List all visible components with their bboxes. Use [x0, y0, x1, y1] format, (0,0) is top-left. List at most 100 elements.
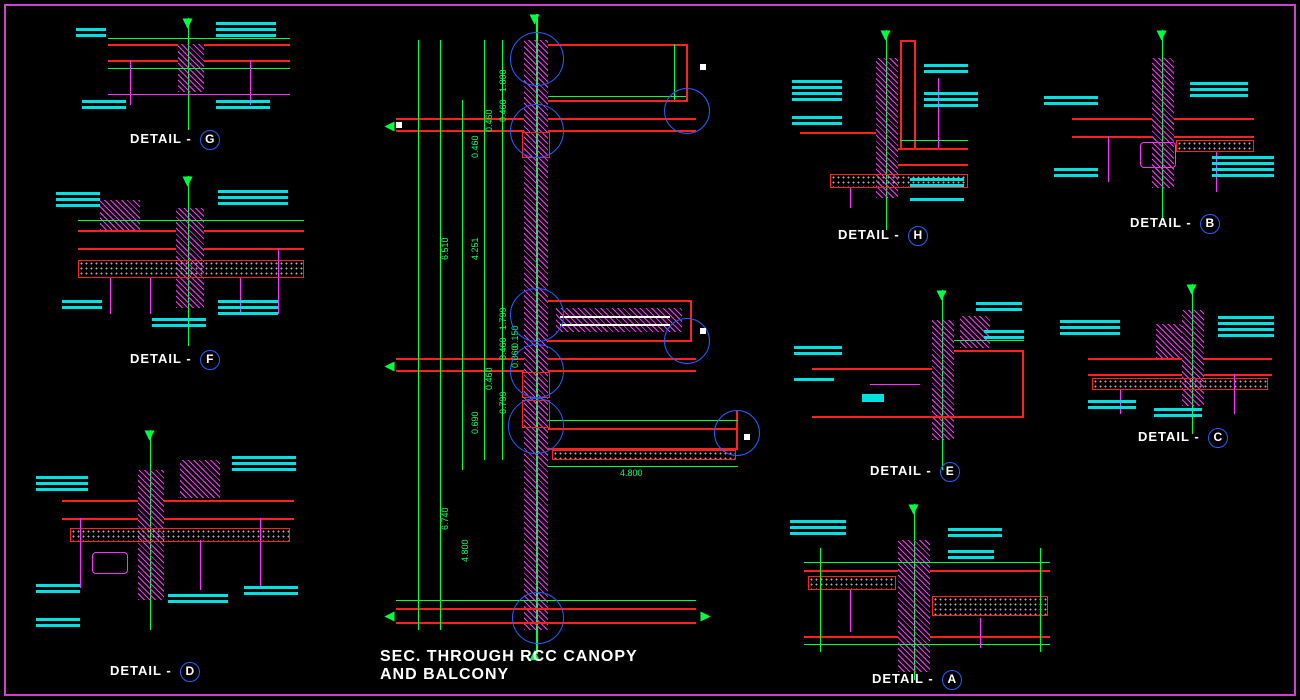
leader [250, 60, 251, 105]
annotation [984, 330, 1024, 341]
slab-line [1204, 358, 1272, 360]
label-prefix: DETAIL - [110, 663, 172, 678]
break-icon: ▾ [183, 170, 192, 191]
section-marker [700, 328, 706, 334]
annotation-block [862, 394, 884, 402]
callout-circle [508, 398, 564, 454]
slab-line [108, 44, 178, 46]
annotation [218, 300, 278, 317]
break-icon: ▾ [380, 612, 401, 621]
rebar-section [92, 552, 128, 574]
slab-line [396, 130, 524, 132]
dim-text: 0.460 [484, 367, 494, 390]
annotation [1218, 316, 1274, 339]
slab-line [930, 636, 1050, 638]
break-icon: ▾ [145, 424, 154, 445]
break-icon: ▾ [881, 24, 890, 45]
slab-line [1072, 118, 1152, 120]
annotation [976, 302, 1022, 313]
annotation [910, 178, 964, 189]
level-line [548, 420, 738, 421]
detail-letter: D [180, 662, 200, 682]
dim-line [548, 466, 738, 467]
rebar-section [1140, 142, 1176, 168]
level-line [900, 140, 968, 141]
dim-text: 0.460 [498, 99, 508, 122]
slab-line [396, 370, 524, 372]
break-icon: ▾ [530, 8, 539, 29]
leader [110, 278, 111, 314]
annotation [794, 378, 834, 383]
annotation [1054, 168, 1098, 179]
annotation [948, 528, 1002, 539]
leader [938, 78, 939, 148]
label-prefix: DETAIL - [838, 227, 900, 242]
concrete-dots [808, 576, 896, 590]
dim-text: 0.690 [470, 411, 480, 434]
annotation [1044, 96, 1098, 107]
slab-line [1174, 118, 1254, 120]
detail-letter: B [1200, 214, 1220, 234]
annotation [1212, 156, 1274, 179]
level-line [78, 220, 304, 221]
detail-letter: C [1208, 428, 1228, 448]
main-section-title: SEC. THROUGH RCC CANOPY AND BALCONY [380, 648, 638, 684]
annotation [924, 92, 978, 109]
level-line [804, 562, 1050, 563]
slab-line [78, 248, 176, 250]
section-marker [700, 64, 706, 70]
detail-label-a: DETAIL - A [872, 670, 962, 690]
slab-line [804, 570, 898, 572]
dim-text: 0.460 [498, 337, 508, 360]
break-icon: ▾ [937, 284, 946, 305]
wall-hatch [932, 320, 954, 440]
parapet-line [900, 40, 902, 150]
label-prefix: DETAIL - [872, 671, 934, 686]
detail-label-h: DETAIL - H [838, 226, 928, 246]
slab-line [1174, 136, 1254, 138]
slab-line [1088, 374, 1182, 376]
callout-circle [510, 344, 564, 398]
parapet-hatch [100, 200, 140, 230]
annotation [1060, 320, 1120, 337]
break-icon: ▾ [909, 498, 918, 519]
label-prefix: DETAIL - [130, 131, 192, 146]
concrete-dots [1176, 140, 1254, 152]
annotation [216, 100, 270, 111]
annotation [790, 520, 846, 537]
annotation [1088, 400, 1136, 411]
annotation [76, 28, 106, 39]
concrete-dots [1092, 378, 1268, 390]
label-prefix: DETAIL - [130, 351, 192, 366]
annotation [56, 192, 100, 209]
dim-ext [418, 40, 419, 630]
annotation [36, 584, 80, 595]
slab-line [164, 500, 294, 502]
annotation [1190, 82, 1248, 99]
break-icon: ▾ [1157, 24, 1166, 45]
slab-line [1204, 374, 1272, 376]
leader [108, 94, 290, 95]
wall-hatch [176, 208, 204, 308]
annotation [244, 586, 298, 597]
concrete-dots [78, 260, 304, 278]
dim-ext [462, 100, 463, 470]
dim-text: 4.251 [470, 237, 480, 260]
section-marker [396, 122, 402, 128]
detail-letter: A [942, 670, 962, 690]
rebar-line [560, 316, 670, 318]
dim-ext [440, 40, 441, 630]
dim-ext [820, 548, 821, 652]
detail-label-g: DETAIL - G [130, 130, 220, 150]
slab-line [930, 570, 1050, 572]
detail-letter: H [908, 226, 928, 246]
leader [150, 278, 151, 314]
parapet-top [900, 40, 916, 42]
detail-label-c: DETAIL - C [1138, 428, 1228, 448]
slab-line [898, 164, 968, 166]
detail-letter: E [940, 462, 960, 482]
leader [260, 518, 261, 588]
annotation [910, 198, 964, 203]
annotation [36, 476, 88, 493]
slab-line [62, 500, 138, 502]
